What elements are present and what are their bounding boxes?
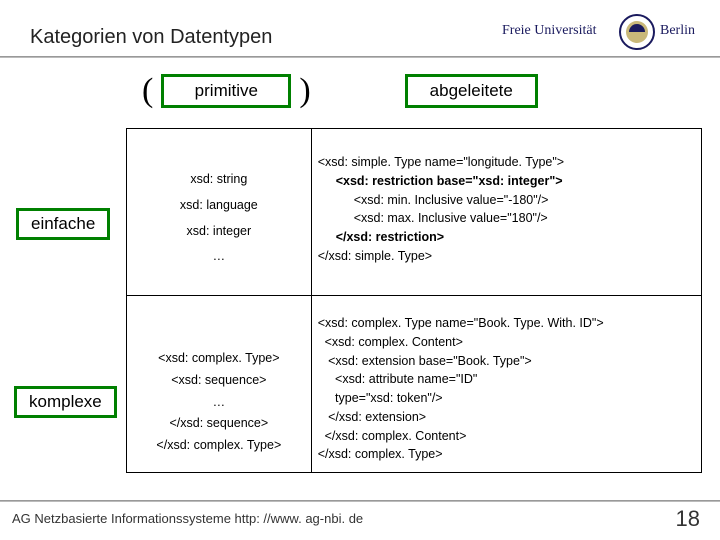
- code-line: <xsd: max. Inclusive value="180"/>: [318, 209, 695, 228]
- slide-title: Kategorien von Datentypen: [30, 26, 272, 49]
- column-header-derived: abgeleitete: [405, 74, 538, 108]
- footer-text: AG Netzbasierte Informationssysteme http…: [12, 511, 363, 526]
- code-line: <xsd: complex. Type>: [133, 349, 305, 368]
- content-grid: xsd: string xsd: language xsd: integer ……: [126, 128, 702, 473]
- code-line: <xsd: simple. Type name="longitude. Type…: [318, 155, 564, 169]
- code-line: </xsd: complex. Type>: [133, 436, 305, 455]
- code-line: <xsd: restriction base="xsd: integer">: [318, 172, 695, 191]
- cell-simple-primitive: xsd: string xsd: language xsd: integer …: [127, 129, 312, 295]
- cell-complex-derived: <xsd: complex. Type name="Book. Type. Wi…: [312, 296, 702, 472]
- logo-text-2: Berlin: [660, 23, 695, 38]
- cell-complex-primitive: <xsd: complex. Type> <xsd: sequence> … <…: [127, 296, 312, 472]
- column-header-row: ( primitive ) abgeleitete: [140, 72, 544, 110]
- cell-simple-derived: <xsd: simple. Type name="longitude. Type…: [312, 129, 702, 295]
- xsd-integer: xsd: integer: [133, 222, 305, 241]
- row-label-complex: komplexe: [14, 386, 117, 418]
- page-number: 18: [676, 506, 700, 532]
- table-row: xsd: string xsd: language xsd: integer ……: [127, 129, 702, 296]
- paren-close: ): [297, 72, 312, 110]
- ellipsis: …: [133, 393, 305, 412]
- code-block: <xsd: complex. Type name="Book. Type. Wi…: [318, 302, 695, 464]
- footer-divider: [0, 500, 720, 502]
- code-line: <xsd: min. Inclusive value="-180"/>: [318, 191, 695, 210]
- code-line: </xsd: restriction>: [318, 228, 695, 247]
- row-label-simple: einfache: [16, 208, 110, 240]
- paren-open: (: [140, 72, 155, 110]
- table-row: <xsd: complex. Type> <xsd: sequence> … <…: [127, 296, 702, 473]
- university-logo: Freie Universität Berlin: [502, 12, 702, 54]
- xsd-string: xsd: string: [133, 170, 305, 189]
- code-line: </xsd: sequence>: [133, 414, 305, 433]
- ellipsis: …: [133, 247, 305, 266]
- code-line: <xsd: sequence>: [133, 371, 305, 390]
- title-divider: [0, 56, 720, 58]
- xsd-language: xsd: language: [133, 196, 305, 215]
- code-line: </xsd: simple. Type>: [318, 249, 432, 263]
- column-header-primitive: primitive: [161, 74, 291, 108]
- logo-text-1: Freie Universität: [502, 23, 597, 38]
